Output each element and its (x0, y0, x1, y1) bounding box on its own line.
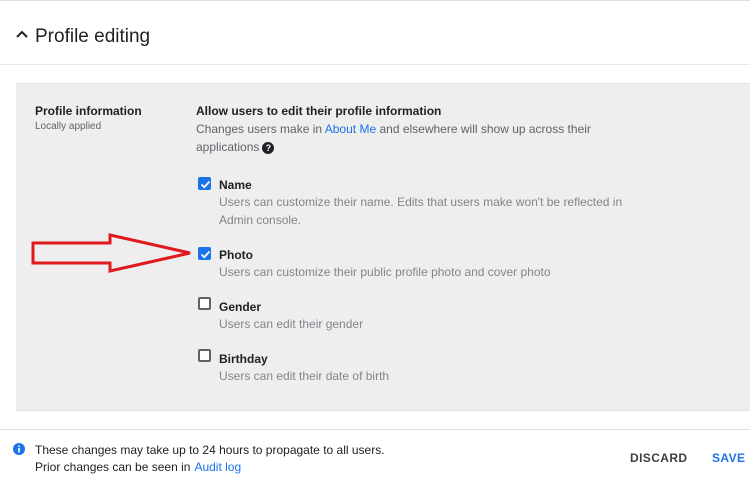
gender-label: Gender (219, 300, 262, 314)
about-me-link[interactable]: About Me (325, 122, 376, 136)
audit-log-link[interactable]: Audit log (194, 460, 241, 474)
help-circle-icon[interactable]: ? (262, 142, 275, 154)
section-header[interactable]: Profile editing (0, 1, 750, 65)
setting-title: Profile information (35, 104, 142, 118)
gender-description: Users can edit their gender (219, 317, 364, 331)
page-title: Profile editing (35, 26, 151, 47)
propagation-notice: These changes may take up to 24 hours to… (35, 443, 385, 457)
save-button[interactable]: SAVE (712, 451, 745, 465)
birthday-checkbox[interactable] (198, 349, 211, 362)
photo-label: Photo (219, 248, 253, 262)
birthday-label: Birthday (219, 352, 268, 366)
name-label: Name (219, 178, 252, 192)
info-icon (13, 443, 25, 455)
group-title: Allow users to edit their profile inform… (196, 104, 442, 118)
gender-checkbox[interactable] (198, 297, 211, 310)
name-checkbox[interactable] (198, 177, 211, 190)
group-description: Changes users make in About Me and elsew… (196, 120, 616, 156)
red-arrow-icon (31, 233, 191, 273)
audit-notice: Prior changes can be seen in Audit log (35, 460, 241, 474)
photo-checkbox[interactable] (198, 247, 211, 260)
photo-description: Users can customize their public profile… (219, 265, 551, 279)
birthday-description: Users can edit their date of birth (219, 369, 390, 383)
checkmark-icon (200, 250, 211, 259)
discard-button[interactable]: DISCARD (630, 451, 687, 465)
name-description: Users can customize their name. Edits th… (219, 195, 623, 227)
checkmark-icon (200, 180, 211, 189)
group-desc-before: Changes users make in (196, 122, 323, 136)
setting-scope: Locally applied (35, 121, 102, 132)
chevron-up-icon[interactable] (14, 26, 30, 42)
audit-notice-text: Prior changes can be seen in (35, 460, 191, 474)
footer-divider (0, 429, 750, 430)
